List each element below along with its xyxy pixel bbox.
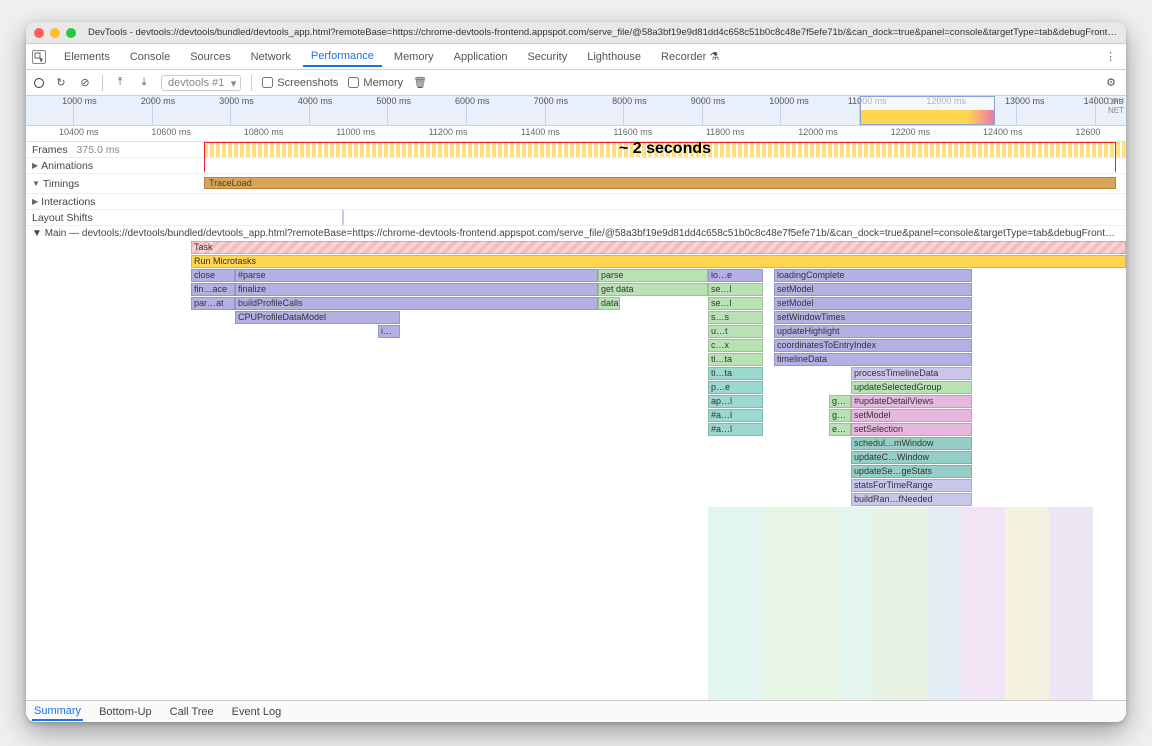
tab-console[interactable]: Console xyxy=(122,48,178,66)
flame-segment[interactable]: setModel xyxy=(851,409,972,422)
flame-segment[interactable]: schedul…mWindow xyxy=(851,437,972,450)
flame-segment[interactable]: statsForTimeRange xyxy=(851,479,972,492)
flame-segment[interactable]: fin…ace xyxy=(191,283,235,296)
minimize-window-icon[interactable] xyxy=(50,28,60,38)
flame-segment[interactable]: parse xyxy=(598,269,708,282)
flame-segment[interactable]: updateSe…geStats xyxy=(851,465,972,478)
flame-segment[interactable]: #a…l xyxy=(708,423,763,436)
tab-call-tree[interactable]: Call Tree xyxy=(168,704,216,720)
overview-labels: CPU NET xyxy=(1107,97,1124,115)
time-ruler[interactable]: 10400 ms10600 ms10800 ms11000 ms11200 ms… xyxy=(26,126,1126,142)
flame-segment[interactable]: #parse xyxy=(235,269,598,282)
flame-segment[interactable]: i… xyxy=(378,325,400,338)
flame-segment[interactable]: s…s xyxy=(708,311,763,324)
close-window-icon[interactable] xyxy=(34,28,44,38)
record-button[interactable] xyxy=(34,78,44,88)
flame-segment[interactable]: setModel xyxy=(774,283,972,296)
flame-segment[interactable]: par…at xyxy=(191,297,235,310)
flame-segment[interactable]: finalize xyxy=(235,283,598,296)
flame-segment[interactable]: data xyxy=(598,297,620,310)
inspect-icon[interactable] xyxy=(32,50,46,64)
flame-segment[interactable]: Task xyxy=(191,241,1126,254)
flame-segment[interactable]: e… xyxy=(829,423,851,436)
tab-memory[interactable]: Memory xyxy=(386,48,442,66)
flame-segment[interactable]: buildProfileCalls xyxy=(235,297,598,310)
flame-segment[interactable]: se…l xyxy=(708,297,763,310)
flame-segment[interactable]: processTimelineData xyxy=(851,367,972,380)
layout-shifts-track[interactable]: Layout Shifts xyxy=(26,210,1126,226)
performance-toolbar: ↻ ⊘ ⤒ ⤓ devtools #1 Screenshots Memory 🗑… xyxy=(26,70,1126,96)
more-menu-icon[interactable]: ⋮ xyxy=(1101,50,1120,63)
flame-segment[interactable]: ti…ta xyxy=(708,353,763,366)
devtools-window: DevTools - devtools://devtools/bundled/d… xyxy=(26,22,1126,722)
profile-select[interactable]: devtools #1 xyxy=(161,75,241,91)
tab-elements[interactable]: Elements xyxy=(56,48,118,66)
titlebar: DevTools - devtools://devtools/bundled/d… xyxy=(26,22,1126,44)
zoom-window-icon[interactable] xyxy=(66,28,76,38)
flame-segment[interactable]: setSelection xyxy=(851,423,972,436)
flame-segment[interactable]: p…e xyxy=(708,381,763,394)
flame-segment[interactable]: coordinatesToEntryIndex xyxy=(774,339,972,352)
flame-segment[interactable]: timelineData xyxy=(774,353,972,366)
flame-segment[interactable]: g… xyxy=(829,409,851,422)
flame-segment[interactable]: get data xyxy=(598,283,708,296)
tab-performance[interactable]: Performance xyxy=(303,47,382,67)
chevron-right-icon[interactable]: ▶ xyxy=(32,197,38,206)
reload-button[interactable]: ↻ xyxy=(54,76,68,90)
tab-bottom-up[interactable]: Bottom-Up xyxy=(97,704,154,720)
upload-icon[interactable]: ⤒ xyxy=(113,76,127,90)
flame-segment[interactable]: lo…e xyxy=(708,269,763,282)
clear-button[interactable]: ⊘ xyxy=(78,76,92,90)
tab-lighthouse[interactable]: Lighthouse xyxy=(579,48,649,66)
flame-segment[interactable]: ti…ta xyxy=(708,367,763,380)
flame-segment[interactable]: ap…l xyxy=(708,395,763,408)
delete-icon[interactable]: 🗑 xyxy=(413,76,427,90)
timings-track[interactable]: ▼Timings TraceLoad xyxy=(26,174,1126,194)
panel-tabs: Elements Console Sources Network Perform… xyxy=(26,44,1126,70)
interactions-track[interactable]: ▶Interactions xyxy=(26,194,1126,210)
flame-segment[interactable]: close xyxy=(191,269,235,282)
tab-security[interactable]: Security xyxy=(519,48,575,66)
tab-summary[interactable]: Summary xyxy=(32,703,83,721)
tab-recorder[interactable]: Recorder ⚗ xyxy=(653,47,727,66)
tab-application[interactable]: Application xyxy=(446,48,516,66)
window-controls xyxy=(34,28,76,38)
flame-segment[interactable]: updateHighlight xyxy=(774,325,972,338)
flame-segment[interactable]: loadingComplete xyxy=(774,269,972,282)
tab-network[interactable]: Network xyxy=(243,48,299,66)
flame-segment[interactable]: u…t xyxy=(708,325,763,338)
flame-segment[interactable]: CPUProfileDataModel xyxy=(235,311,400,324)
chevron-down-icon[interactable]: ▼ xyxy=(32,228,42,239)
memory-checkbox[interactable]: Memory xyxy=(348,77,403,89)
chevron-right-icon[interactable]: ▶ xyxy=(32,161,38,170)
flame-segment[interactable]: #updateDetailViews xyxy=(851,395,972,408)
flame-segment[interactable]: buildRan…fNeeded xyxy=(851,493,972,506)
flame-segment[interactable]: g… xyxy=(829,395,851,408)
details-tabs: Summary Bottom-Up Call Tree Event Log xyxy=(26,700,1126,722)
flame-segment[interactable]: c…x xyxy=(708,339,763,352)
flame-segment[interactable]: setModel xyxy=(774,297,972,310)
overview-strip[interactable]: 1000 ms2000 ms3000 ms4000 ms5000 ms6000 … xyxy=(26,96,1126,126)
overview-selection[interactable] xyxy=(860,96,995,125)
main-track-header[interactable]: ▼ Main — devtools://devtools/bundled/dev… xyxy=(26,226,1126,241)
flame-segment[interactable]: Run Microtasks xyxy=(191,255,1126,268)
frames-track[interactable]: Frames 375.0 ms xyxy=(26,142,1126,158)
download-icon[interactable]: ⤓ xyxy=(137,76,151,90)
screenshots-checkbox[interactable]: Screenshots xyxy=(262,77,338,89)
flame-segment[interactable]: updateSelectedGroup xyxy=(851,381,972,394)
tab-sources[interactable]: Sources xyxy=(182,48,238,66)
flame-segment[interactable]: #a…l xyxy=(708,409,763,422)
chevron-down-icon[interactable]: ▼ xyxy=(32,179,40,188)
animations-track[interactable]: ▶Animations ~ 2 seconds xyxy=(26,158,1126,174)
settings-gear-icon[interactable]: ⚙ xyxy=(1104,76,1118,90)
timing-traceload[interactable]: TraceLoad xyxy=(204,177,1116,189)
flame-segment[interactable]: updateC…Window xyxy=(851,451,972,464)
flame-chart[interactable]: TaskRun Microtasksclose#parseparselo…e lo… xyxy=(26,241,1126,700)
flame-segment[interactable]: se…l xyxy=(708,283,763,296)
tab-event-log[interactable]: Event Log xyxy=(230,704,284,720)
track-lanes: Frames 375.0 ms ▶Animations ~ 2 seconds … xyxy=(26,142,1126,700)
window-title: DevTools - devtools://devtools/bundled/d… xyxy=(88,27,1118,38)
annotation-label: ~ 2 seconds xyxy=(619,142,711,158)
flame-segment[interactable]: setWindowTimes xyxy=(774,311,972,324)
